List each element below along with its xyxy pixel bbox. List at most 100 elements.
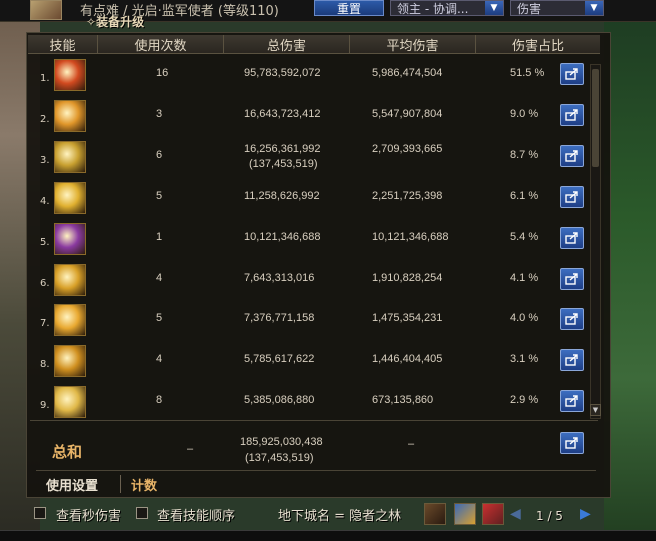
row-index: 6. xyxy=(40,278,50,289)
dungeon-title: 有点难 / 光启·监军使者 (等级110) xyxy=(80,4,279,19)
shop-icon[interactable] xyxy=(454,503,476,525)
share-button[interactable] xyxy=(560,104,584,126)
show-dps-label: 查看秒伤害 xyxy=(56,509,122,524)
total-uses: – xyxy=(187,443,194,455)
row-damage-pct: 8.7 % xyxy=(510,149,539,161)
row-uses: 1 xyxy=(156,231,163,243)
scroll-thumb[interactable] xyxy=(592,69,599,167)
skill-icon xyxy=(54,141,86,173)
row-uses: 16 xyxy=(156,67,169,79)
table-row: 3. 6 16,256,361,992 (137,453,519) 2,709,… xyxy=(28,139,588,180)
tab-count[interactable]: 计数 xyxy=(131,475,157,494)
row-damage-pct: 51.5 % xyxy=(510,67,545,79)
row-total-damage: 16,643,723,412 xyxy=(244,108,321,120)
row-damage-pct: 6.1 % xyxy=(510,190,539,202)
dungeon-name-label: 地下城名 = 隐者之林 xyxy=(278,509,402,524)
row-avg-damage: 2,251,725,398 xyxy=(372,190,443,202)
share-button[interactable] xyxy=(560,308,584,330)
gift-icon[interactable] xyxy=(482,503,504,525)
row-avg-damage: 10,121,346,688 xyxy=(372,231,449,243)
row-index: 9. xyxy=(40,400,50,411)
row-avg-damage: 2,709,393,665 xyxy=(372,143,443,155)
row-total-damage: 10,121,346,688 xyxy=(244,231,321,243)
share-button[interactable] xyxy=(560,268,584,290)
share-icon xyxy=(565,232,578,244)
row-index: 1. xyxy=(40,73,50,84)
total-damage: 185,925,030,438 xyxy=(240,436,323,448)
table-row: 2. 3 16,643,723,412 5,547,907,804 9.0 % xyxy=(28,98,588,139)
total-damage-sub: (137,453,519) xyxy=(245,452,314,464)
share-button[interactable] xyxy=(560,145,584,167)
prev-page-icon[interactable]: ◀ xyxy=(510,506,521,522)
row-damage-pct: 9.0 % xyxy=(510,108,539,120)
share-icon xyxy=(565,273,578,285)
row-total-damage: 16,256,361,992 xyxy=(244,143,321,155)
share-button[interactable] xyxy=(560,390,584,412)
row-damage-pct: 4.1 % xyxy=(510,272,539,284)
skill-icon xyxy=(54,304,86,336)
row-total-damage-sub: (137,453,519) xyxy=(249,158,318,170)
row-index: 8. xyxy=(40,359,50,370)
share-button[interactable] xyxy=(560,63,584,85)
row-damage-pct: 2.9 % xyxy=(510,394,539,406)
row-total-damage: 95,783,592,072 xyxy=(244,67,321,79)
row-uses: 4 xyxy=(156,353,163,365)
row-uses: 8 xyxy=(156,394,163,406)
equip-upgrade-label[interactable]: ✧装备升级 xyxy=(86,13,144,30)
share-icon xyxy=(565,68,578,80)
share-button[interactable] xyxy=(560,186,584,208)
scroll-down-icon[interactable]: ▼ xyxy=(590,404,601,416)
reset-button[interactable]: 重置 xyxy=(314,0,384,16)
status-bar xyxy=(0,530,656,541)
share-total-button[interactable] xyxy=(560,432,584,454)
tab-settings[interactable]: 使用设置 xyxy=(46,475,98,494)
table-row: 8. 4 5,785,617,622 1,446,404,405 3.1 % xyxy=(28,343,588,384)
boss-dropdown[interactable]: 领主 - 协调... ▼ xyxy=(390,0,504,16)
skill-icon xyxy=(54,59,86,91)
row-index: 2. xyxy=(40,114,50,125)
row-avg-damage: 1,910,828,254 xyxy=(372,272,443,284)
column-header-pct: 伤害占比 xyxy=(511,39,564,54)
table-row: 4. 5 11,258,626,992 2,251,725,398 6.1 % xyxy=(28,180,588,221)
row-avg-damage: 1,475,354,231 xyxy=(372,312,443,324)
row-damage-pct: 5.4 % xyxy=(510,231,539,243)
avatar xyxy=(30,0,62,20)
skill-icon xyxy=(54,100,86,132)
skill-icon xyxy=(54,386,86,418)
next-page-icon[interactable]: ▶ xyxy=(580,506,591,522)
table-header: 技能 使用次数 总伤害 平均伤害 伤害占比 xyxy=(28,35,600,54)
row-avg-damage: 5,547,907,804 xyxy=(372,108,443,120)
row-uses: 6 xyxy=(156,149,163,161)
share-icon xyxy=(565,395,578,407)
table-row: 6. 4 7,643,313,016 1,910,828,254 4.1 % xyxy=(28,262,588,303)
skill-icon xyxy=(54,223,86,255)
chevron-down-icon[interactable]: ▼ xyxy=(585,1,603,15)
home-icon[interactable] xyxy=(424,503,446,525)
share-icon xyxy=(565,191,578,203)
total-label: 总和 xyxy=(52,443,83,461)
tab-divider xyxy=(120,475,121,493)
table-row: 9. 8 5,385,086,880 673,135,860 2.9 % xyxy=(28,384,588,425)
tab-bar: 使用设置 计数 xyxy=(36,470,596,496)
chevron-down-icon[interactable]: ▼ xyxy=(485,1,503,15)
share-icon xyxy=(565,313,578,325)
table-row: 5. 1 10,121,346,688 10,121,346,688 5.4 % xyxy=(28,221,588,262)
show-dps-checkbox[interactable] xyxy=(34,507,46,519)
column-header-avg: 平均伤害 xyxy=(350,35,476,54)
share-button[interactable] xyxy=(560,349,584,371)
boss-dropdown-value: 领主 - 协调... xyxy=(397,1,469,16)
share-icon xyxy=(565,354,578,366)
row-total-damage: 5,385,086,880 xyxy=(244,394,315,406)
row-total-damage: 7,643,313,016 xyxy=(244,272,315,284)
row-damage-pct: 4.0 % xyxy=(510,312,539,324)
metric-dropdown[interactable]: 伤害 ▼ xyxy=(510,0,604,16)
skill-icon xyxy=(54,345,86,377)
skill-icon xyxy=(54,182,86,214)
row-uses: 5 xyxy=(156,312,163,324)
column-header-skill: 技能 xyxy=(28,35,98,54)
scrollbar[interactable] xyxy=(590,64,601,419)
share-button[interactable] xyxy=(560,227,584,249)
share-icon xyxy=(565,150,578,162)
show-skill-order-checkbox[interactable] xyxy=(136,507,148,519)
share-icon xyxy=(565,437,578,449)
